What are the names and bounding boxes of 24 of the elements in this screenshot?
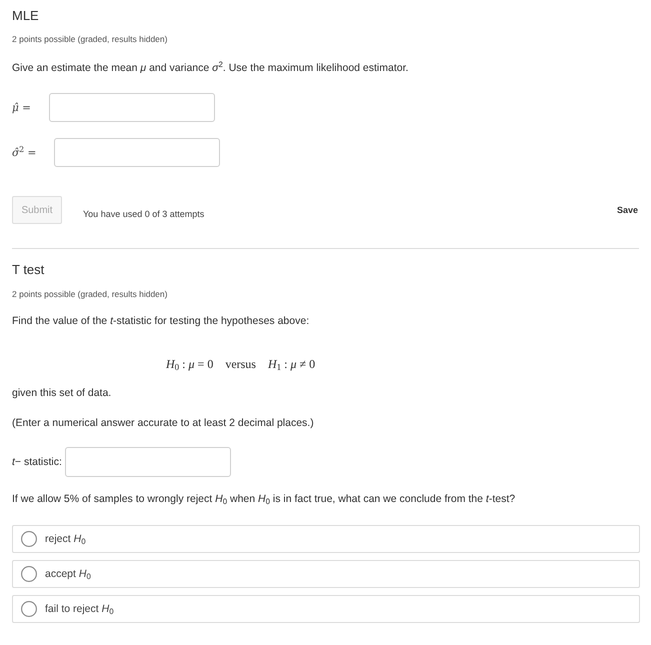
field-label: σ̂$^{2}$ = (12, 146, 36, 160)
hypothesis-equation: H$_{0}$ : μ = 0 versus H$_{1}$ : μ ≠ 0 (166, 356, 316, 373)
body-text: given this set of data. (12, 386, 112, 400)
input-field[interactable] (48, 93, 215, 122)
points-info: 2 points possible (graded, results hidden) (12, 33, 168, 45)
input-field[interactable] (54, 138, 220, 167)
answer-option[interactable]: fail to reject H$_{0}$ (12, 595, 640, 623)
radio-button-icon[interactable] (21, 531, 37, 547)
problem-title: T test (12, 262, 44, 278)
radio-button-icon[interactable] (21, 566, 37, 582)
question-text: If we allow 5% of samples to wrongly reject H$_{0}$ when H$_{0}$ is in fact true, what can we conclude from the t-test? (12, 492, 516, 506)
points-info: 2 points possible (graded, results hidden) (12, 288, 168, 300)
question-text: Find the value of the t-statistic for testing the hypotheses above: (12, 314, 310, 328)
problem-title: MLE (12, 7, 39, 24)
save-link[interactable]: Save (616, 204, 638, 216)
radio-button-icon[interactable] (21, 601, 37, 617)
answer-option[interactable]: reject H$_{0}$ (12, 525, 640, 553)
attempts-text: You have used 0 of 3 attempts (83, 208, 204, 220)
field-label: t− statistic: (12, 455, 62, 469)
input-field[interactable] (64, 447, 231, 477)
field-label: μ̂ = (12, 100, 31, 114)
answer-option[interactable]: accept H$_{0}$ (12, 560, 640, 588)
question-text: Give an estimate the mean μ and variance σ$^{2}$. Use the maximum likelihood estimator. (12, 61, 408, 75)
instruction-text: (Enter a numerical answer accurate to at least 2 decimal places.) (12, 416, 314, 430)
